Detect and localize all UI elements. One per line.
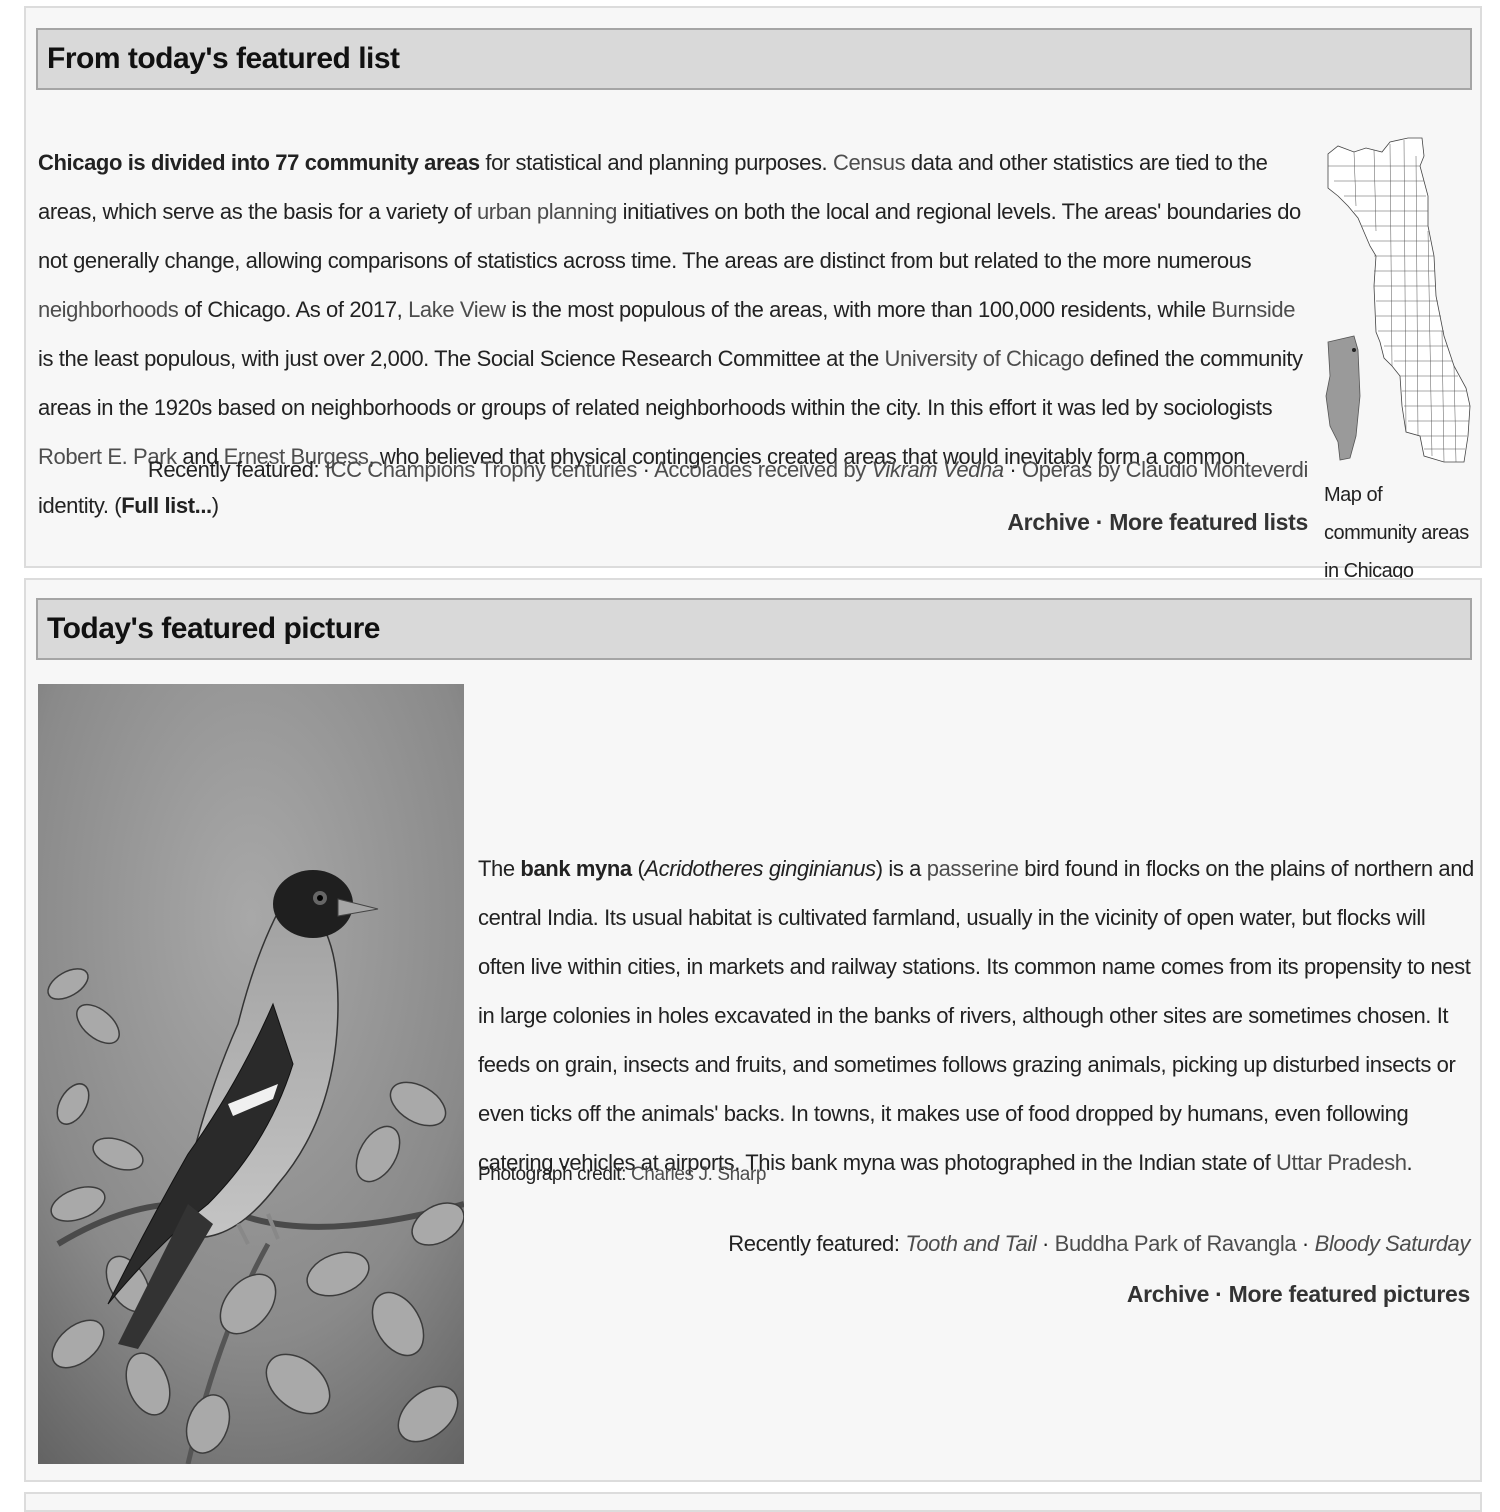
blurb-text: ) bbox=[211, 493, 219, 518]
recently-featured-pictures: Recently featured: Tooth and Tail · Budd… bbox=[728, 1228, 1470, 1260]
link-text-italic: Bloody Saturday bbox=[1314, 1231, 1471, 1256]
featured-picture-links: Archive · More featured pictures bbox=[1127, 1276, 1470, 1312]
chicago-community-areas-map[interactable] bbox=[1324, 136, 1474, 466]
blurb-text: . bbox=[1406, 1150, 1413, 1175]
link-burnside[interactable]: Burnside bbox=[1211, 297, 1295, 322]
blurb-text: for statistical and planning purposes. bbox=[479, 150, 833, 175]
link-buddha-park[interactable]: Buddha Park of Ravangla bbox=[1055, 1231, 1297, 1256]
link-neighborhoods[interactable]: neighborhoods bbox=[38, 297, 179, 322]
photo-credit: Photograph credit: Charles J. Sharp bbox=[478, 1164, 766, 1186]
link-text-italic: Vikram Vedha bbox=[871, 457, 1005, 482]
blurb-text: ( bbox=[631, 856, 645, 881]
separator: · bbox=[1089, 509, 1110, 535]
photo-credit-label: Photograph credit: bbox=[478, 1164, 631, 1185]
more-featured-pictures-link[interactable]: More featured pictures bbox=[1229, 1281, 1471, 1307]
link-tooth-and-tail[interactable]: Tooth and Tail bbox=[905, 1231, 1036, 1256]
link-lake-view[interactable]: Lake View bbox=[408, 297, 506, 322]
separator: · bbox=[1209, 1281, 1229, 1307]
scientific-name: Acridotheres ginginianus bbox=[644, 856, 876, 881]
recently-featured-label: Recently featured: bbox=[147, 457, 325, 482]
featured-picture-blurb: The bank myna (Acridotheres ginginianus)… bbox=[478, 844, 1474, 1187]
featured-picture-box: Today's featured picture The bank myna (… bbox=[24, 578, 1482, 1482]
separator: · bbox=[1036, 1231, 1055, 1256]
link-urban-planning[interactable]: urban planning bbox=[477, 199, 617, 224]
blurb-text: is the most populous of the areas, with … bbox=[505, 297, 1212, 322]
separator: · bbox=[1003, 457, 1023, 482]
link-passerine[interactable]: passerine bbox=[927, 856, 1019, 881]
map-caption: Map of community areas in Chicago bbox=[1324, 484, 1469, 582]
link-uttar-pradesh[interactable]: Uttar Pradesh bbox=[1276, 1150, 1407, 1175]
blurb-bold-title: bank myna bbox=[520, 856, 632, 881]
link-monteverdi-operas[interactable]: Operas by Claudio Monteverdi bbox=[1022, 457, 1308, 482]
next-section-box bbox=[24, 1492, 1482, 1512]
recently-featured-label: Recently featured: bbox=[728, 1231, 906, 1256]
link-text: Accolades received by bbox=[654, 457, 872, 482]
recently-featured-lists: Recently featured: ICC Champions Trophy … bbox=[147, 454, 1309, 486]
link-university-of-chicago[interactable]: University of Chicago bbox=[885, 346, 1085, 371]
featured-picture-heading: Today's featured picture bbox=[36, 598, 1472, 660]
blurb-text: of Chicago. As of 2017, bbox=[178, 297, 409, 322]
blurb-text: ) is a bbox=[875, 856, 927, 881]
more-featured-lists-link[interactable]: More featured lists bbox=[1109, 509, 1308, 535]
link-full-list[interactable]: Full list... bbox=[121, 493, 212, 518]
blurb-text: The bbox=[478, 856, 521, 881]
blurb-text: bird found in flocks on the plains of no… bbox=[478, 856, 1474, 1175]
bank-myna-illustration bbox=[38, 684, 464, 1464]
separator: · bbox=[636, 457, 655, 482]
featured-list-links: Archive · More featured lists bbox=[1007, 504, 1308, 540]
bank-myna-photo[interactable] bbox=[38, 684, 464, 1464]
blurb-bold-title: Chicago is divided into 77 community are… bbox=[38, 150, 480, 175]
archive-link[interactable]: Archive bbox=[1007, 509, 1090, 535]
blurb-text: is the least populous, with just over 2,… bbox=[38, 346, 885, 371]
link-census[interactable]: Census bbox=[833, 150, 906, 175]
link-icc-centuries[interactable]: ICC Champions Trophy centuries bbox=[325, 457, 637, 482]
archive-link[interactable]: Archive bbox=[1127, 1281, 1210, 1307]
link-bloody-saturday[interactable]: Bloody Saturday bbox=[1314, 1231, 1471, 1256]
link-photographer[interactable]: Charles J. Sharp bbox=[631, 1164, 767, 1185]
separator: · bbox=[1296, 1231, 1315, 1256]
main-page: From today's featured list Chicago is di… bbox=[0, 0, 1500, 1512]
link-text-italic: Tooth and Tail bbox=[905, 1231, 1037, 1256]
featured-list-box: From today's featured list Chicago is di… bbox=[24, 6, 1482, 582]
featured-list-heading: From today's featured list bbox=[36, 28, 1472, 90]
link-vikram-vedha-accolades[interactable]: Accolades received by Vikram Vedha bbox=[654, 457, 1004, 482]
